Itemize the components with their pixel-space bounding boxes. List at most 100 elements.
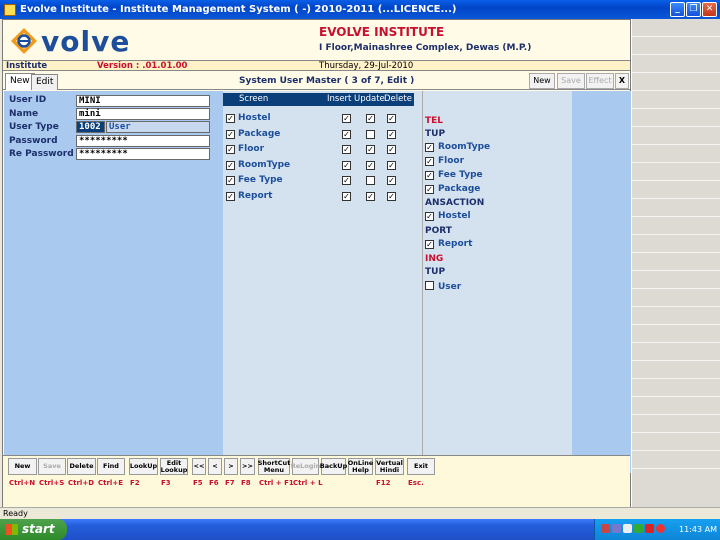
- delete-checkbox[interactable]: ✓: [387, 160, 396, 170]
- status-bar: Ready: [0, 507, 720, 519]
- tab-edit[interactable]: Edit: [31, 74, 59, 90]
- hotkey-label: Esc.: [408, 479, 424, 487]
- function-button[interactable]: Edit Lookup: [160, 458, 188, 475]
- row-select-checkbox[interactable]: ✓: [226, 191, 235, 201]
- delete-checkbox[interactable]: ✓: [387, 191, 396, 201]
- function-button[interactable]: OnLine Help: [348, 458, 373, 475]
- function-button[interactable]: LookUp: [129, 458, 158, 475]
- function-button[interactable]: Save: [38, 458, 66, 475]
- tree-item-checkbox[interactable]: ✓: [425, 185, 434, 194]
- insert-checkbox[interactable]: ✓: [342, 191, 351, 201]
- grid-header-update: Update: [354, 94, 385, 104]
- close-form-button[interactable]: X: [615, 73, 629, 89]
- row-select-checkbox[interactable]: ✓: [226, 176, 235, 185]
- toolbar-save-button[interactable]: Save: [557, 73, 585, 89]
- row-select-checkbox[interactable]: ✓: [226, 114, 235, 123]
- tray-volume-icon[interactable]: [623, 524, 632, 533]
- row-select-checkbox[interactable]: ✓: [226, 160, 235, 170]
- tree-item-checkbox[interactable]: ✓: [425, 157, 434, 166]
- close-window-icon[interactable]: ✕: [702, 2, 717, 17]
- row-select-checkbox[interactable]: ✓: [226, 145, 235, 154]
- tree-item-checkbox[interactable]: [425, 281, 434, 290]
- clock: 11:43 AM: [679, 525, 717, 534]
- tree-group-label: TUP: [425, 129, 446, 139]
- function-button[interactable]: >: [224, 458, 238, 475]
- update-checkbox[interactable]: ✓: [366, 191, 375, 201]
- function-button[interactable]: ReLogin: [291, 458, 320, 475]
- tree-item[interactable]: ✓ Report: [425, 239, 472, 249]
- logo-mark-icon: [11, 28, 37, 54]
- function-button[interactable]: Find: [97, 458, 125, 475]
- delete-checkbox[interactable]: ✓: [387, 114, 396, 123]
- update-checkbox[interactable]: ✓: [366, 145, 375, 154]
- tray-network-icon[interactable]: [612, 524, 621, 533]
- tree-item[interactable]: User: [425, 281, 461, 292]
- insert-checkbox[interactable]: ✓: [342, 160, 351, 170]
- tray-alert-icon[interactable]: [656, 524, 665, 533]
- tree-item[interactable]: ✓ RoomType: [425, 142, 490, 152]
- window-title: Evolve Institute - Institute Management …: [20, 4, 457, 15]
- app-icon: [4, 3, 16, 16]
- tree-item[interactable]: ✓ Floor: [425, 156, 464, 166]
- tree-item-checkbox[interactable]: ✓: [425, 240, 434, 249]
- function-button[interactable]: New: [8, 458, 37, 475]
- insert-checkbox[interactable]: ✓: [342, 129, 351, 139]
- grid-row: ✓ RoomType ✓ ✓ ✓: [223, 159, 418, 173]
- function-button[interactable]: Delete: [67, 458, 96, 475]
- tree-item-checkbox[interactable]: ✓: [425, 212, 434, 221]
- function-button[interactable]: <<: [192, 458, 206, 475]
- update-checkbox[interactable]: [366, 129, 375, 139]
- update-checkbox[interactable]: ✓: [366, 160, 375, 170]
- tree-item-label: User: [438, 282, 462, 292]
- window-titlebar: Evolve Institute - Institute Management …: [0, 0, 720, 19]
- delete-checkbox[interactable]: ✓: [387, 145, 396, 154]
- hotkey-label: Ctrl + L: [293, 479, 323, 487]
- grid-row-screen-label: Report: [238, 190, 273, 201]
- function-button[interactable]: BackUp: [320, 458, 347, 475]
- repassword-input[interactable]: *********: [76, 148, 210, 160]
- row-select-checkbox[interactable]: ✓: [226, 129, 235, 139]
- delete-checkbox[interactable]: ✓: [387, 129, 396, 139]
- status-text: Ready: [3, 509, 28, 518]
- hotkey-label: Ctrl+S: [39, 479, 65, 487]
- insert-checkbox[interactable]: ✓: [342, 114, 351, 123]
- toolbar-new-button[interactable]: New: [529, 73, 555, 89]
- grid-row: ✓ Package ✓ ✓: [223, 128, 418, 142]
- institute-address: I Floor,Mainashree Complex, Dewas (M.P.): [319, 43, 532, 53]
- logo-text: volve: [41, 24, 131, 58]
- delete-checkbox[interactable]: ✓: [387, 176, 396, 185]
- tree-item-checkbox[interactable]: ✓: [425, 171, 434, 180]
- restore-icon[interactable]: ❐: [686, 2, 701, 17]
- start-button[interactable]: start: [0, 519, 67, 540]
- tray-antivirus-icon[interactable]: [645, 524, 654, 533]
- insert-checkbox[interactable]: ✓: [342, 145, 351, 154]
- user-id-input[interactable]: MINI: [76, 95, 210, 107]
- toolbar-effect-button[interactable]: Effect: [586, 73, 614, 89]
- name-input[interactable]: mini: [76, 108, 210, 120]
- system-tray: 11:43 AM: [594, 519, 720, 540]
- function-button[interactable]: Vertual Hindi: [375, 458, 404, 475]
- tree-item-label: Hostel: [438, 211, 471, 221]
- function-button[interactable]: ShortCut Menu: [258, 458, 290, 475]
- update-checkbox[interactable]: [366, 176, 375, 185]
- minimize-icon[interactable]: _: [670, 2, 685, 17]
- update-checkbox[interactable]: ✓: [366, 114, 375, 123]
- password-input[interactable]: *********: [76, 135, 210, 147]
- hotkey-label: F3: [161, 479, 171, 487]
- tree-item[interactable]: ✓ Package: [425, 184, 480, 194]
- function-button[interactable]: <: [208, 458, 222, 475]
- tray-app-icon[interactable]: [601, 524, 610, 533]
- side-panel: [631, 19, 720, 507]
- insert-checkbox[interactable]: ✓: [342, 176, 351, 185]
- user-type-code-input[interactable]: 1002: [76, 121, 105, 133]
- function-button[interactable]: >>: [240, 458, 255, 475]
- tree-item-checkbox[interactable]: ✓: [425, 143, 434, 152]
- tree-item[interactable]: ✓ Fee Type: [425, 170, 483, 180]
- hotkey-label: Ctrl + F1: [259, 479, 294, 487]
- function-button[interactable]: Exit: [407, 458, 435, 475]
- tree-item-label: RoomType: [438, 142, 491, 152]
- name-label: Name: [9, 109, 39, 119]
- user-type-label: User Type: [9, 122, 59, 132]
- tray-security-icon[interactable]: [634, 524, 643, 533]
- tree-item[interactable]: ✓ Hostel: [425, 211, 471, 221]
